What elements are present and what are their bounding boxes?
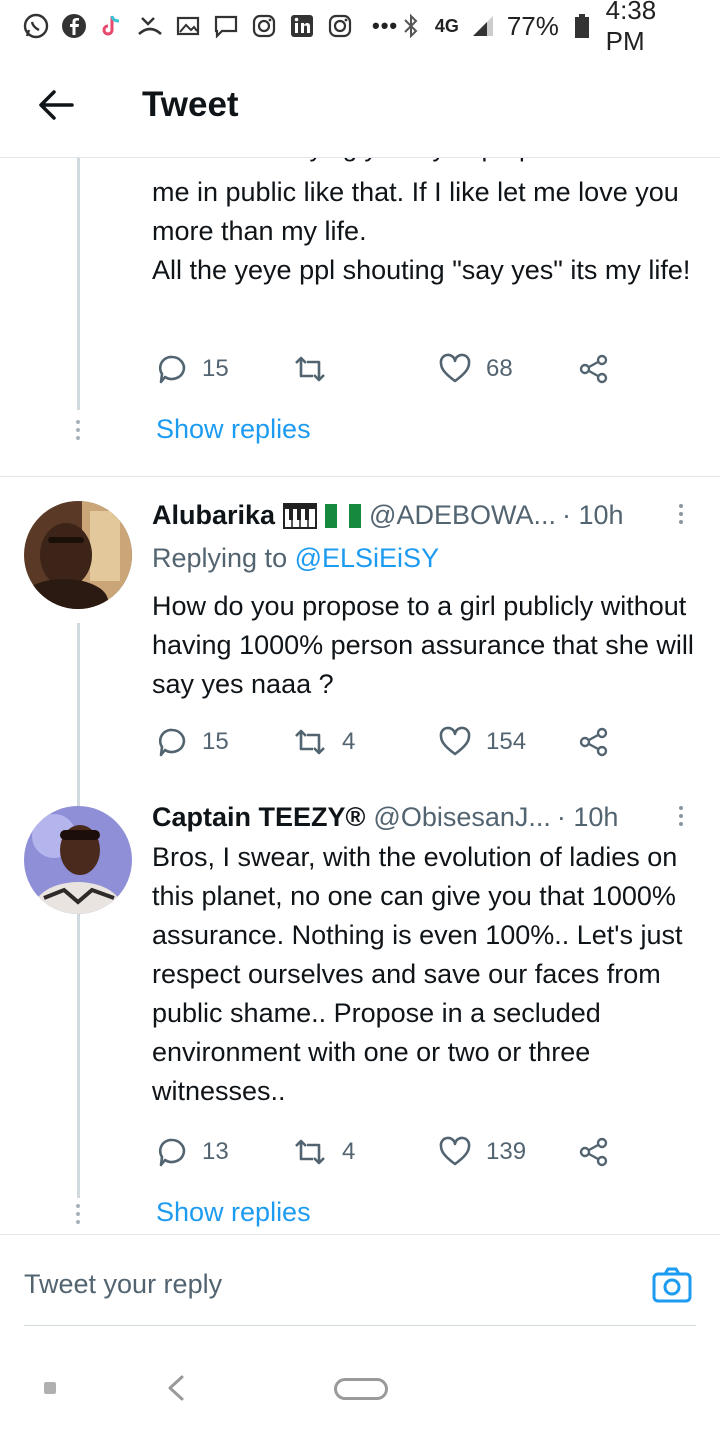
share-icon	[579, 1137, 608, 1167]
system-icons: 4G 77% 4:38 PM	[398, 0, 698, 57]
avatar-image	[24, 501, 132, 609]
retweet-count: 4	[342, 728, 356, 755]
app-header: Tweet	[0, 52, 720, 158]
clock: 4:38 PM	[605, 0, 657, 56]
page-title: Tweet	[142, 84, 239, 124]
facebook-icon	[60, 12, 88, 40]
heart-icon	[439, 1136, 471, 1166]
network-type: 4G	[434, 15, 459, 36]
divider	[0, 476, 720, 477]
replying-to-label: Replying to	[152, 543, 288, 573]
retweet-button[interactable]: 4	[292, 1130, 355, 1174]
tweet-text: Bros, I swear, with the evolution of lad…	[152, 842, 683, 1106]
thread-line	[77, 928, 80, 1198]
tweet-text-cut-line: I am never saying yes if you propose to	[152, 158, 702, 167]
mention-link[interactable]: @ELSiEiSY	[295, 543, 439, 573]
heart-icon	[439, 726, 471, 756]
reply-icon	[158, 728, 186, 757]
reply-button[interactable]: 13	[156, 1130, 229, 1174]
share-button[interactable]	[578, 720, 610, 764]
instagram-icon	[250, 12, 278, 40]
message-icon	[212, 12, 240, 40]
tweet-actions: 13 4 139	[152, 1130, 622, 1174]
heart-icon	[439, 353, 471, 383]
share-icon	[579, 354, 608, 384]
bluetooth-icon	[398, 12, 425, 40]
battery-percent: 77%	[506, 10, 559, 41]
share-button[interactable]	[578, 1130, 610, 1174]
user-handle[interactable]: @ADEBOWA...	[369, 500, 556, 531]
piano-icon	[283, 502, 318, 529]
like-button[interactable]: 139	[438, 1130, 526, 1174]
reply-composer	[0, 1234, 720, 1327]
name-emojis	[283, 502, 362, 530]
like-button[interactable]: 68	[438, 347, 513, 391]
system-back-button[interactable]	[164, 1374, 188, 1402]
retweet-icon	[295, 356, 325, 382]
share-button[interactable]	[578, 347, 610, 391]
tiktok-icon	[98, 12, 126, 40]
thread-dots	[72, 420, 84, 440]
more-options-button[interactable]	[674, 504, 688, 524]
tweet-time: · 10h	[556, 802, 619, 832]
reply-icon	[158, 1138, 186, 1167]
reply-button[interactable]: 15	[156, 347, 229, 391]
linkedin-icon	[288, 12, 316, 40]
battery-icon	[569, 12, 596, 40]
thread-dots	[72, 1204, 84, 1224]
like-count: 154	[486, 728, 527, 755]
like-button[interactable]: 154	[438, 720, 526, 764]
avatar-image	[24, 806, 132, 914]
display-name[interactable]: Alubarika	[152, 500, 275, 531]
reply-count: 13	[202, 1138, 229, 1165]
chevron-left-icon	[168, 1375, 184, 1401]
signal-icon	[469, 12, 497, 40]
camera-icon	[652, 1267, 692, 1303]
notification-icons: •••	[22, 12, 398, 40]
reply-count: 15	[202, 728, 229, 755]
avatar[interactable]	[24, 806, 132, 914]
whatsapp-icon	[22, 12, 50, 40]
retweet-count: 4	[342, 1138, 356, 1165]
tweet-actions: 15 4 154	[152, 720, 622, 764]
share-icon	[579, 727, 608, 757]
avatar[interactable]	[24, 501, 132, 609]
like-count: 68	[486, 355, 513, 382]
reply-icon	[158, 355, 186, 384]
user-handle[interactable]: @ObisesanJ...	[373, 802, 550, 833]
show-replies-link[interactable]: Show replies	[156, 414, 311, 445]
tweet-header: Alubarika @ADEBOWA... · 10h	[152, 500, 692, 531]
retweet-button[interactable]	[292, 347, 342, 391]
reply-count: 15	[202, 355, 229, 382]
tweet-thread: I am never saying yes if you propose to …	[0, 158, 720, 1234]
reply-input[interactable]	[24, 1269, 584, 1300]
thread-line	[77, 158, 80, 410]
tweet-header: Captain TEEZY® @ObisesanJ... · 10h	[152, 802, 692, 833]
retweet-icon	[295, 1139, 325, 1165]
tweet-actions: 15 68	[152, 347, 622, 391]
tweet-text: How do you propose to a girl publicly wi…	[152, 591, 694, 699]
missed-call-icon	[136, 12, 164, 40]
tweet-text: me in public like that. If I like let me…	[152, 177, 691, 285]
back-button[interactable]	[26, 75, 86, 135]
more-notifications: •••	[372, 13, 399, 38]
home-button[interactable]	[334, 1378, 388, 1400]
like-count: 139	[486, 1138, 527, 1165]
display-name[interactable]: Captain TEEZY®	[152, 802, 365, 833]
replying-to: Replying to @ELSiEiSY	[152, 543, 439, 574]
more-options-button[interactable]	[674, 806, 688, 826]
recents-button[interactable]	[44, 1382, 56, 1394]
gallery-icon	[174, 12, 202, 40]
arrow-left-icon	[39, 89, 74, 120]
retweet-button[interactable]: 4	[292, 720, 355, 764]
instagram-icon-2	[326, 12, 354, 40]
show-replies-link[interactable]: Show replies	[156, 1197, 311, 1228]
retweet-icon	[295, 729, 325, 755]
status-bar: ••• 4G 77% 4:38 PM	[0, 0, 720, 56]
tweet-time: · 10h	[561, 500, 624, 530]
nigeria-flag-icon	[325, 503, 362, 528]
system-nav-bar	[0, 1326, 720, 1440]
reply-button[interactable]: 15	[156, 720, 229, 764]
camera-button[interactable]	[652, 1265, 692, 1305]
